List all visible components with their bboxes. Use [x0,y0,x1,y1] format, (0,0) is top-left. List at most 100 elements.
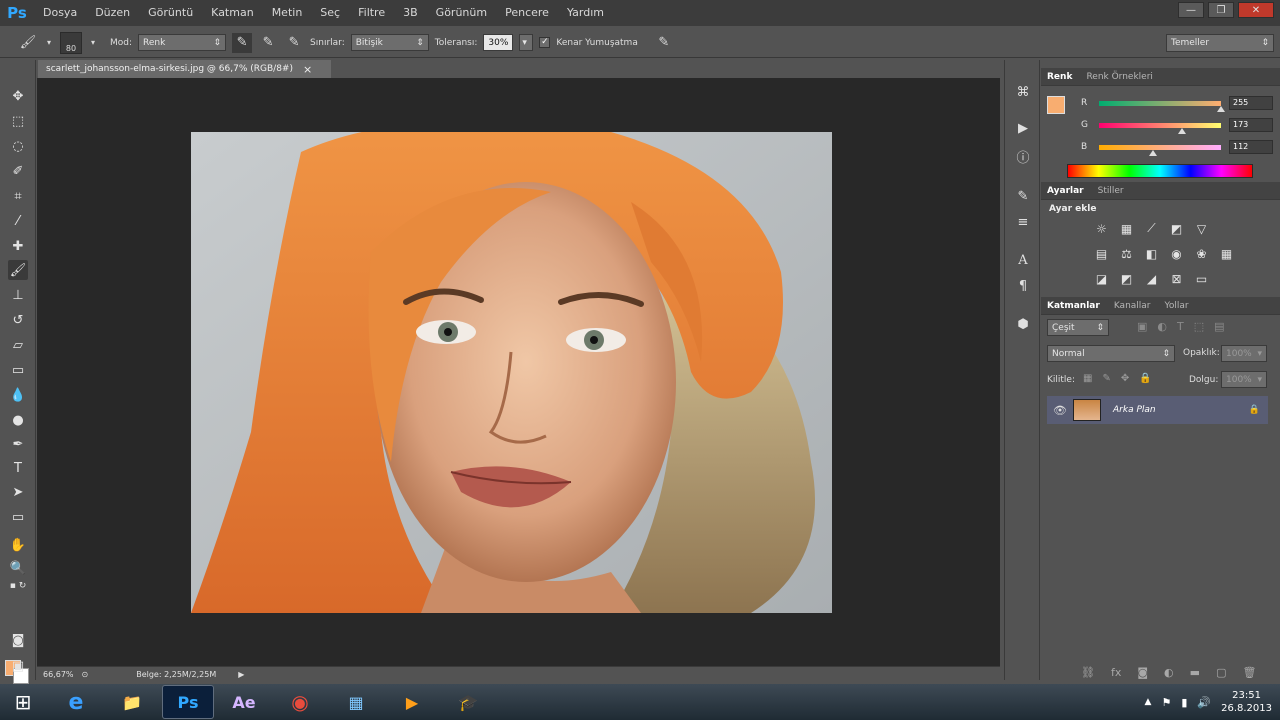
tray-flag-icon[interactable]: ⚑ [1161,696,1171,709]
status-menu-icon[interactable]: ▶ [238,670,244,679]
hand-tool-icon[interactable]: ✋ [8,535,28,555]
tablet-pressure-icon[interactable]: ✎ [654,33,674,53]
eyedropper-tool-icon[interactable]: ⁄ [8,211,28,231]
character-panel-icon[interactable]: A [1013,250,1033,270]
threshold-icon[interactable]: ◢ [1143,270,1160,287]
3d-panel-icon[interactable]: ⬢ [1013,314,1033,334]
path-selection-tool-icon[interactable]: ➤ [8,482,28,502]
tray-volume-icon[interactable]: 🔊 [1197,696,1211,709]
pen-tool-icon[interactable]: ✒ [8,434,28,454]
blend-mode-select[interactable]: Normal ⇕ [1047,345,1175,362]
tolerance-input[interactable]: 30% [483,34,514,51]
info-panel-icon[interactable]: ⓘ [1013,146,1033,166]
lock-pixels-icon[interactable]: ✎ [1102,373,1110,384]
channel-r-thumb[interactable] [1217,105,1225,112]
menu-3b[interactable]: 3B [394,0,427,26]
levels-icon[interactable]: ▦ [1118,220,1135,237]
taskbar-photoshop-icon[interactable]: Ps [162,685,214,719]
brush-panel-icon[interactable]: ✎ [1013,186,1033,206]
tray-clock[interactable]: 23:51 26.8.2013 [1221,689,1272,715]
brush-presets-icon[interactable]: ≡ [1013,212,1033,232]
add-mask-icon[interactable]: ◙ [1137,666,1148,679]
link-layers-icon[interactable]: ⛓ [1081,666,1095,679]
new-adjustment-icon[interactable]: ◐ [1164,666,1174,679]
default-colors-icon[interactable]: ▪ ↻ [8,580,28,592]
channel-r-input[interactable]: 255 [1229,96,1273,110]
new-group-icon[interactable]: ▬ [1190,666,1200,679]
curves-icon[interactable]: ⟋ [1143,220,1160,237]
filter-adjustment-icon[interactable]: ◐ [1157,320,1167,333]
menu-pencere[interactable]: Pencere [496,0,558,26]
zoom-tool-icon[interactable]: 🔍 [8,558,28,578]
layer-style-icon[interactable]: fx [1111,666,1121,679]
menu-metin[interactable]: Metin [263,0,312,26]
lasso-tool-icon[interactable]: ◌ [8,136,28,156]
taskbar-after-effects-icon[interactable]: Ae [218,685,270,719]
menu-goruntu[interactable]: Görüntü [139,0,202,26]
layer-row[interactable]: 👁 Arka Plan 🔒 [1047,396,1268,424]
lock-transparent-icon[interactable]: ▦ [1083,373,1092,384]
channel-g-track[interactable] [1099,122,1221,134]
filter-type-icon[interactable]: T [1177,320,1184,333]
layer-name[interactable]: Arka Plan [1113,405,1156,415]
color-balance-icon[interactable]: ⚖ [1118,245,1135,262]
healing-brush-tool-icon[interactable]: ✚ [8,236,28,256]
chevron-down-icon[interactable]: ▾ [44,33,54,53]
color-spectrum-bar[interactable] [1067,164,1253,178]
channel-g-input[interactable]: 173 [1229,118,1273,132]
history-brush-tool-icon[interactable]: ↺ [8,310,28,330]
posterize-icon[interactable]: ◩ [1118,270,1135,287]
antialias-checkbox[interactable]: ✓ [539,37,551,48]
layer-filter-select[interactable]: Çeşit ⇕ [1047,319,1109,336]
sampling-continuous-icon[interactable]: ✎ [232,32,253,53]
type-tool-icon[interactable]: T [8,458,28,478]
tab-stiller[interactable]: Stiller [1098,186,1124,196]
brightness-contrast-icon[interactable]: ☼ [1093,220,1110,237]
lock-all-icon[interactable]: 🔒 [1139,373,1151,384]
gradient-tool-icon[interactable]: ▭ [8,360,28,380]
eye-icon[interactable]: 👁 [1053,404,1067,417]
selective-color-icon[interactable]: ⊠ [1168,270,1185,287]
foreground-color-box[interactable] [1047,96,1065,114]
color-replacement-tool-icon[interactable]: 🖌 [18,33,38,53]
tab-ayarlar[interactable]: Ayarlar [1047,186,1084,196]
workspace-select[interactable]: Temeller ⇕ [1166,34,1274,52]
gradient-map-icon[interactable]: ▭ [1193,270,1210,287]
chevron-down-icon[interactable]: ▾ [88,33,98,53]
blur-tool-icon[interactable]: 💧 [8,385,28,405]
tab-kanallar[interactable]: Kanallar [1114,301,1151,311]
limits-select[interactable]: Bitişik ⇕ [350,34,429,51]
menu-filtre[interactable]: Filtre [349,0,394,26]
brush-size-picker[interactable]: 80 [60,31,82,54]
channel-mixer-icon[interactable]: ❀ [1193,245,1210,262]
close-button[interactable]: ✕ [1238,2,1274,18]
tab-renk-ornekleri[interactable]: Renk Örnekleri [1086,72,1152,82]
tray-arrow-icon[interactable]: ▲ [1145,697,1152,707]
hue-saturation-icon[interactable]: ▤ [1093,245,1110,262]
channel-r-track[interactable] [1099,100,1225,112]
move-tool-icon[interactable]: ✥ [8,86,28,106]
color-lookup-icon[interactable]: ▦ [1218,245,1235,262]
start-button-icon[interactable]: ⊞ [0,684,46,720]
paragraph-panel-icon[interactable]: ¶ [1013,276,1033,296]
menu-katman[interactable]: Katman [202,0,263,26]
channel-b-track[interactable] [1099,144,1221,156]
crop-tool-icon[interactable]: ⌗ [8,186,28,206]
new-layer-icon[interactable]: ▢ [1216,666,1226,679]
taskbar-internet-explorer-icon[interactable]: e [50,685,102,719]
actions-panel-icon[interactable]: ▶ [1013,118,1033,138]
lock-position-icon[interactable]: ✥ [1121,373,1129,384]
marquee-tool-icon[interactable]: ⬚ [8,111,28,131]
tray-network-icon[interactable]: ▮ [1181,696,1187,709]
sampling-background-icon[interactable]: ✎ [284,33,304,53]
tab-katmanlar[interactable]: Katmanlar [1047,301,1100,311]
document-tab[interactable]: scarlett_johansson-elma-sirkesi.jpg @ 66… [38,60,331,78]
history-panel-icon[interactable]: ⌘ [1013,82,1033,102]
minimize-button[interactable]: — [1178,2,1204,18]
document-image[interactable] [191,132,832,613]
taskbar-control-panel-icon[interactable]: ▦ [330,685,382,719]
taskbar-app-icon[interactable]: 🎓 [442,685,494,719]
eraser-tool-icon[interactable]: ▱ [8,335,28,355]
quick-selection-tool-icon[interactable]: ✐ [8,161,28,181]
status-info-icon[interactable]: ⊙ [82,670,89,679]
